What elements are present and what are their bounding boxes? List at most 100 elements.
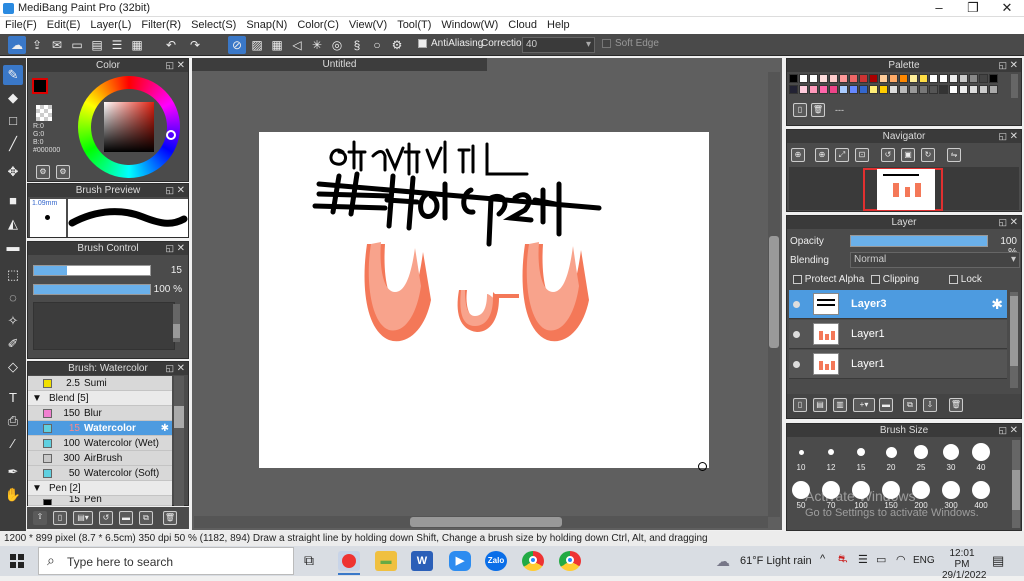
panel-tool-icon[interactable]: ⎙ <box>3 411 23 431</box>
radial-snap-icon[interactable]: ✳ <box>308 36 326 54</box>
layer-row-layer3[interactable]: Layer3 ✱ <box>789 290 1007 319</box>
trash-icon[interactable]: 🗑 <box>163 511 177 525</box>
word-icon[interactable]: W <box>411 551 433 571</box>
brush-item-watercolor-wet[interactable]: 100 Watercolor (Wet) <box>28 436 172 451</box>
palette-swatch[interactable] <box>849 85 858 94</box>
delete-layer-icon[interactable]: 🗑 <box>949 398 963 412</box>
layer-row-layer1-second[interactable]: Layer1 <box>789 350 1007 379</box>
add-brush-icon[interactable]: ⇧ <box>33 511 47 525</box>
palette-swatch[interactable] <box>989 74 998 83</box>
menu-help[interactable]: Help <box>542 17 575 34</box>
palette-swatch[interactable] <box>839 85 848 94</box>
tray-icon[interactable]: ☰ <box>858 553 868 566</box>
delete-palette-icon[interactable]: 🗑 <box>811 103 825 117</box>
notification-icon[interactable]: ▤ <box>992 553 1004 569</box>
palette-swatch[interactable] <box>969 74 978 83</box>
line-tool-icon[interactable]: ╱ <box>3 134 23 154</box>
brush-item-sumi[interactable]: 2.5 Sumi <box>28 376 172 391</box>
share-icon[interactable]: ⇪ <box>28 36 46 54</box>
reset-view-icon[interactable]: ▣ <box>901 148 915 162</box>
select-eraser-tool-icon[interactable]: ◇ <box>3 357 23 377</box>
chrome-icon[interactable] <box>522 551 544 571</box>
palette-swatch[interactable] <box>899 85 908 94</box>
palette-swatch[interactable] <box>979 74 988 83</box>
gradient-tool-icon[interactable]: ▬ <box>3 237 23 257</box>
protect-alpha-checkbox[interactable]: Protect Alpha <box>793 274 864 285</box>
color-mode-icon[interactable]: ⚙ <box>36 165 50 179</box>
weather-text[interactable]: 61°F Light rain <box>740 555 812 567</box>
brush-item-watercolor[interactable]: 15 Watercolor ✱ <box>28 421 172 436</box>
language-indicator[interactable]: ENG <box>913 555 935 566</box>
menu-view[interactable]: View(V) <box>344 17 392 34</box>
shape-tool-icon[interactable]: □ <box>3 111 23 131</box>
palette-swatch[interactable] <box>949 85 958 94</box>
lock-checkbox[interactable]: Lock <box>949 274 982 285</box>
brush-item-airbrush[interactable]: 300 AirBrush <box>28 451 172 466</box>
brush-size-option[interactable] <box>914 445 928 459</box>
curve-snap-icon[interactable]: § <box>348 36 366 54</box>
close-icon[interactable]: ✕ <box>1010 424 1018 437</box>
battery-icon[interactable]: ▭ <box>876 553 886 566</box>
brush-copy-icon[interactable]: ↺ <box>99 511 113 525</box>
chat-icon[interactable]: ▭ <box>68 36 86 54</box>
menu-color[interactable]: Color(C) <box>292 17 344 34</box>
brush-control-scrollbar[interactable] <box>173 304 180 342</box>
rotate-right-icon[interactable]: ↻ <box>921 148 935 162</box>
palette-swatch[interactable] <box>969 85 978 94</box>
folder-icon[interactable]: ▬ <box>119 511 133 525</box>
gear-icon[interactable]: ✱ <box>991 296 1003 313</box>
palette-swatch[interactable] <box>869 74 878 83</box>
menu-cloud[interactable]: Cloud <box>503 17 542 34</box>
layer-folder-icon[interactable]: ▬ <box>879 398 893 412</box>
select-pen-tool-icon[interactable]: ✐ <box>3 334 23 354</box>
brush-size-option[interactable] <box>798 449 804 455</box>
zoom-icon[interactable]: ⊕ <box>791 148 805 162</box>
brush-size-option[interactable] <box>972 481 990 499</box>
layer-opacity-slider[interactable] <box>850 235 988 247</box>
clipping-checkbox[interactable]: Clipping <box>871 274 919 285</box>
palette-swatch[interactable] <box>879 85 888 94</box>
antialiasing-checkbox[interactable] <box>418 38 427 49</box>
palette-swatch[interactable] <box>879 74 888 83</box>
select-rect-tool-icon[interactable]: ⬚ <box>3 265 23 285</box>
palette-swatch[interactable] <box>809 74 818 83</box>
new-layer-icon[interactable]: ▯ <box>793 398 807 412</box>
new-palette-icon[interactable]: ▯ <box>793 103 807 117</box>
zalo-icon[interactable]: Zalo <box>485 551 507 571</box>
file-explorer-icon[interactable]: ▬ <box>375 551 397 571</box>
palette-swatch[interactable] <box>849 74 858 83</box>
palette-swatch[interactable] <box>929 74 938 83</box>
minimize-button[interactable]: – <box>922 0 956 17</box>
softedge-checkbox[interactable] <box>602 38 611 49</box>
brush-size-option[interactable] <box>828 449 834 455</box>
palette-swatch[interactable] <box>819 74 828 83</box>
add-layer-menu-icon[interactable]: +▾ <box>853 398 875 412</box>
medibang-taskbar-icon[interactable] <box>338 551 360 571</box>
brush-size-option[interactable] <box>942 481 960 499</box>
menu-snap[interactable]: Snap(N) <box>241 17 292 34</box>
palette-swatches[interactable] <box>789 74 1001 98</box>
fit-icon[interactable]: ⤢ <box>835 148 849 162</box>
hand-tool-icon[interactable]: ✋ <box>3 485 23 505</box>
duplicate-icon[interactable]: ⧉ <box>139 511 153 525</box>
app-tray-icon[interactable]: ⛐ <box>838 553 848 567</box>
palette-swatch[interactable] <box>799 74 808 83</box>
task-view-icon[interactable]: ⧉ <box>304 552 320 568</box>
brush-opacity-slider[interactable] <box>33 284 151 295</box>
document-icon[interactable]: ▤ <box>88 36 106 54</box>
wifi-icon[interactable]: ◠ <box>896 553 906 566</box>
palette-swatch[interactable] <box>919 74 928 83</box>
settings-snap-icon[interactable]: ⚙ <box>388 36 406 54</box>
palette-swatch[interactable] <box>889 85 898 94</box>
brush-list-scrollbar[interactable] <box>174 376 184 506</box>
eraser-tool-icon[interactable]: ◆ <box>3 88 23 108</box>
brush-item-blur[interactable]: 150 Blur <box>28 406 172 421</box>
cloud-icon[interactable]: ☁ <box>8 36 26 54</box>
flip-icon[interactable]: ⇋ <box>947 148 961 162</box>
maximize-icon[interactable]: ◱ <box>165 242 174 255</box>
show-hidden-icons[interactable]: ^ <box>820 553 825 565</box>
palette-swatch[interactable] <box>989 85 998 94</box>
document-tab[interactable]: Untitled <box>192 58 487 71</box>
palette-swatch[interactable] <box>829 74 838 83</box>
transparent-color-swatch[interactable] <box>36 105 52 121</box>
